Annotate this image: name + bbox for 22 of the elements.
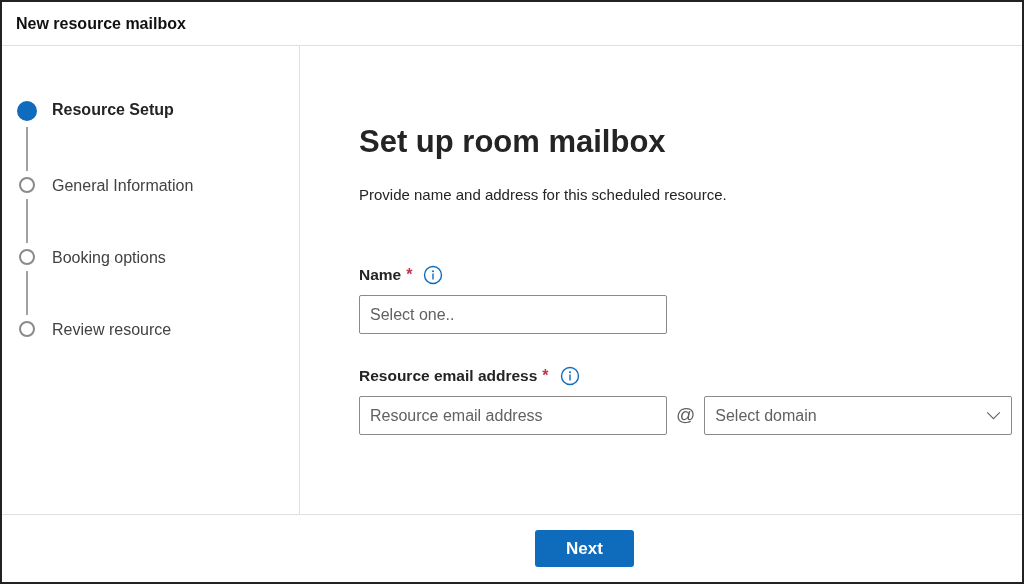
description-text: Provide name and address for this scheduled resource. (359, 186, 728, 203)
email-input-field[interactable]: Resource email address (359, 396, 667, 435)
required-mark: * (542, 367, 549, 385)
step-label[interactable]: General Information (52, 177, 194, 195)
field-label: Resource email address (359, 367, 538, 385)
step-label[interactable]: Booking options (52, 249, 166, 267)
name-input-field[interactable]: Select one.. (359, 295, 667, 334)
required-mark: * (406, 266, 413, 284)
domain-dropdown[interactable]: Select domain (704, 396, 1013, 435)
chevron-down-icon (986, 411, 1002, 420)
step-label[interactable]: Resource Setup (52, 101, 174, 119)
step-connector (26, 127, 28, 171)
page-heading: Set up room mailbox (359, 124, 667, 160)
step-connector (26, 271, 28, 315)
step-connector (26, 199, 28, 243)
field-label: Name (359, 266, 402, 284)
next-button[interactable]: Next (535, 530, 634, 567)
at-sign: @ (676, 403, 696, 426)
info-icon[interactable] (559, 366, 580, 386)
info-icon[interactable] (423, 265, 444, 285)
window-title: New resource mailbox (16, 14, 186, 33)
step-label[interactable]: Review resource (52, 321, 172, 339)
